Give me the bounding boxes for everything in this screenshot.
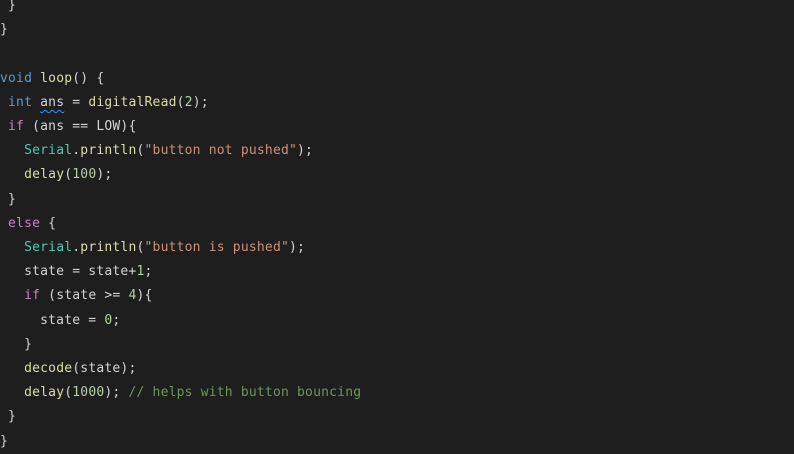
code-line[interactable]: int ans = digitalRead(2); — [0, 91, 209, 115]
code-token: 1000 — [72, 385, 105, 401]
code-token: "button not pushed" — [144, 143, 298, 159]
code-token: void — [0, 70, 33, 86]
code-line[interactable]: state = 0; — [0, 309, 120, 333]
code-token: ; — [144, 264, 153, 280]
code-token: 100 — [72, 167, 97, 183]
code-token: ( — [136, 143, 145, 159]
code-line[interactable]: } — [0, 405, 16, 429]
code-token: ); — [289, 240, 306, 255]
code-token: println — [80, 240, 137, 255]
code-line[interactable]: delay(100); — [0, 163, 112, 187]
code-token: Serial — [24, 143, 73, 159]
code-token: ( — [136, 240, 145, 255]
code-token: ); — [192, 94, 209, 110]
code-line[interactable]: Serial.println("button not pushed"); — [0, 139, 313, 163]
code-token: } — [0, 433, 9, 449]
code-token: ); — [96, 167, 113, 183]
code-token: 2 — [184, 94, 193, 110]
code-token: if — [8, 119, 25, 134]
code-line[interactable]: Serial.println("button is pushed"); — [0, 236, 305, 260]
code-token: () { — [72, 70, 105, 86]
code-editor[interactable]: }} void loop() { int ans = digitalRead(2)… — [0, 0, 794, 449]
code-token: } — [0, 191, 17, 207]
code-token: ){ — [136, 288, 153, 304]
code-line[interactable]: } — [0, 333, 32, 357]
code-token: { — [40, 215, 57, 231]
code-token: else — [8, 215, 41, 231]
code-token: ); — [297, 143, 314, 159]
code-token: delay — [24, 385, 65, 401]
code-line[interactable]: if (ans == LOW){ — [0, 115, 136, 139]
code-token: int — [8, 94, 33, 110]
code-token: digitalRead — [88, 94, 177, 110]
code-token: Serial — [24, 240, 73, 255]
code-token: ); — [104, 385, 129, 401]
code-token: (ans == LOW){ — [24, 119, 137, 134]
code-token: // helps with button bouncing — [128, 385, 362, 401]
code-token: state = — [0, 312, 105, 328]
code-token: } — [0, 0, 17, 13]
code-line[interactable]: if (state >= 4){ — [0, 284, 153, 308]
code-token: println — [80, 143, 137, 159]
code-token: delay — [24, 167, 65, 183]
code-line[interactable]: } — [0, 430, 8, 454]
code-token: state = state+ — [0, 264, 137, 280]
code-token: "button is pushed" — [144, 240, 289, 255]
code-line[interactable]: else { — [0, 212, 56, 236]
code-line[interactable]: delay(1000); // helps with button bounci… — [0, 381, 361, 405]
code-token: decode — [24, 361, 73, 376]
warning-squiggle-token: ans — [40, 94, 65, 110]
code-line[interactable]: state = state+1; — [0, 260, 153, 284]
code-token: (state); — [72, 361, 137, 376]
code-token: (state >= — [40, 288, 129, 304]
code-line[interactable]: } — [0, 18, 8, 42]
code-line[interactable]: decode(state); — [0, 357, 136, 381]
code-token: } — [0, 336, 33, 352]
code-line[interactable]: } — [0, 0, 16, 18]
code-token: if — [24, 288, 41, 304]
code-token: ( — [176, 94, 185, 110]
code-token: ; — [112, 312, 121, 328]
code-token: = — [64, 94, 89, 110]
code-token: 1 — [136, 264, 145, 280]
code-token: } — [0, 22, 9, 38]
code-token: loop — [40, 70, 73, 86]
code-token: } — [0, 409, 17, 425]
code-line[interactable]: void loop() { — [0, 67, 104, 91]
code-line[interactable]: } — [0, 188, 16, 212]
